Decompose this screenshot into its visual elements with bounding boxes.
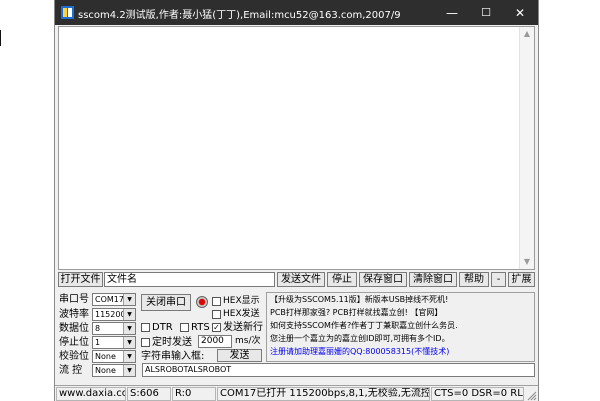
timed-send-label: 定时发送 [152,337,192,348]
char-input-label: 字符串输入框: [141,351,205,362]
status-sent-count: S:606 [127,387,171,401]
status-website[interactable]: www.daxia.com [56,387,126,401]
port-select[interactable]: COM17 ▼ [92,293,136,306]
info-panel: 【升级为SSCOM5.11版】新版本USB掉线不死机! PCB打样那家强? PC… [266,292,535,362]
baud-value: 115200 [95,310,126,319]
expand-button[interactable]: 扩展 [508,272,535,287]
port-status-light-icon [196,296,208,308]
rts-label: RTS [191,322,210,333]
info-line-link[interactable]: 注册请加助理嘉丽姗的QQ:800058315(不懂技术) [270,346,449,357]
chevron-down-icon[interactable]: ▼ [123,365,135,376]
parity-select[interactable]: None ▼ [92,350,136,363]
status-received-count: R:0 [172,387,216,401]
info-line[interactable]: 【升级为SSCOM5.11版】新版本USB掉线不死机! [270,294,448,305]
status-port-info: COM17已打开 115200bps,8,1,无校验,无流控 [217,387,430,401]
timed-send-checkbox[interactable] [141,338,150,347]
databits-value: 8 [95,324,101,333]
send-input[interactable]: ALSROBOTALSROBOT [142,363,535,377]
help-button[interactable]: 帮助 [459,272,489,287]
save-window-button[interactable]: 保存窗口 [359,272,407,287]
send-file-button[interactable]: 发送文件 [277,272,325,287]
minimize-button[interactable]: — [435,0,469,25]
sscom-window: sscom4.2测试版,作者:聂小猛(丁丁),Email:mcu52@163.c… [55,0,538,401]
info-line[interactable]: PCB打样那家强? PCB打样就找嘉立创! 【官网】 [270,307,442,318]
status-bar: www.daxia.com S:606 R:0 COM17已打开 115200b… [55,385,538,401]
open-file-button[interactable]: 打开文件 [58,272,103,287]
chevron-down-icon[interactable]: ▼ [123,323,135,334]
window-title: sscom4.2测试版,作者:聂小猛(丁丁),Email:mcu52@163.c… [78,10,401,21]
status-signals: CTS=0 DSR=0 RLSD [431,387,524,401]
stop-button[interactable]: 停止 [327,272,357,287]
hex-send-label: HEX发送 [223,309,260,319]
receive-textarea[interactable]: ▲ ▼ [58,26,535,270]
interval-unit: ms/次 [235,336,261,346]
rts-checkbox[interactable] [180,323,189,332]
scroll-up-icon[interactable]: ▲ [520,27,534,41]
parity-value: None [95,352,116,361]
chevron-down-icon[interactable]: ▼ [123,294,135,305]
chevron-down-icon[interactable]: ▼ [123,309,135,320]
close-button[interactable]: ✕ [503,0,537,25]
flow-label: 流 控 [59,365,83,376]
flow-value: None [95,366,116,375]
clear-window-button[interactable]: 清除窗口 [409,272,457,287]
hex-send-checkbox[interactable] [212,310,221,319]
text-cursor-icon [0,30,1,46]
chevron-down-icon[interactable]: ▼ [123,337,135,348]
close-port-button[interactable]: 关闭串口 [141,294,191,311]
port-label: 串口号 [59,294,89,305]
databits-select[interactable]: 8 ▼ [92,322,136,335]
port-value: COM17 [95,295,124,304]
parity-label: 校验位 [59,351,89,362]
stopbits-select[interactable]: 1 ▼ [92,336,136,349]
dtr-label: DTR [152,322,173,333]
info-line[interactable]: 您注册一个嘉立为的嘉立创ID即可,可拥有多个ID。 [270,333,450,344]
maximize-button[interactable]: ☐ [469,0,503,25]
dtr-checkbox[interactable] [141,323,150,332]
baud-label: 波特率 [59,309,89,320]
receive-scrollbar[interactable]: ▲ ▼ [519,27,534,269]
baud-select[interactable]: 115200 ▼ [92,308,136,321]
collapse-button[interactable]: - [491,272,506,287]
send-newline-checkbox[interactable]: ✓ [212,323,221,332]
stopbits-label: 停止位 [59,337,89,348]
send-button[interactable]: 发送 [217,349,262,362]
scroll-down-icon[interactable]: ▼ [520,255,534,269]
databits-label: 数据位 [59,323,89,334]
stopbits-value: 1 [95,338,101,347]
filename-input[interactable]: 文件名 [104,272,275,287]
chevron-down-icon[interactable]: ▼ [123,351,135,362]
hex-display-checkbox[interactable] [212,297,221,306]
interval-input[interactable]: 2000 [198,335,232,348]
file-toolbar: 打开文件 文件名 发送文件 停止 保存窗口 清除窗口 帮助 - 扩展 [58,272,535,288]
send-newline-label: 发送新行 [223,322,263,333]
hex-display-label: HEX显示 [223,296,260,306]
info-line[interactable]: 如何支持SSCOM作者?作者丁丁兼职嘉立创什么务员. [270,320,458,331]
title-bar[interactable]: sscom4.2测试版,作者:聂小猛(丁丁),Email:mcu52@163.c… [55,0,538,25]
app-icon [61,6,74,19]
flow-select[interactable]: None ▼ [92,364,136,377]
resize-grip-icon[interactable] [527,391,537,401]
